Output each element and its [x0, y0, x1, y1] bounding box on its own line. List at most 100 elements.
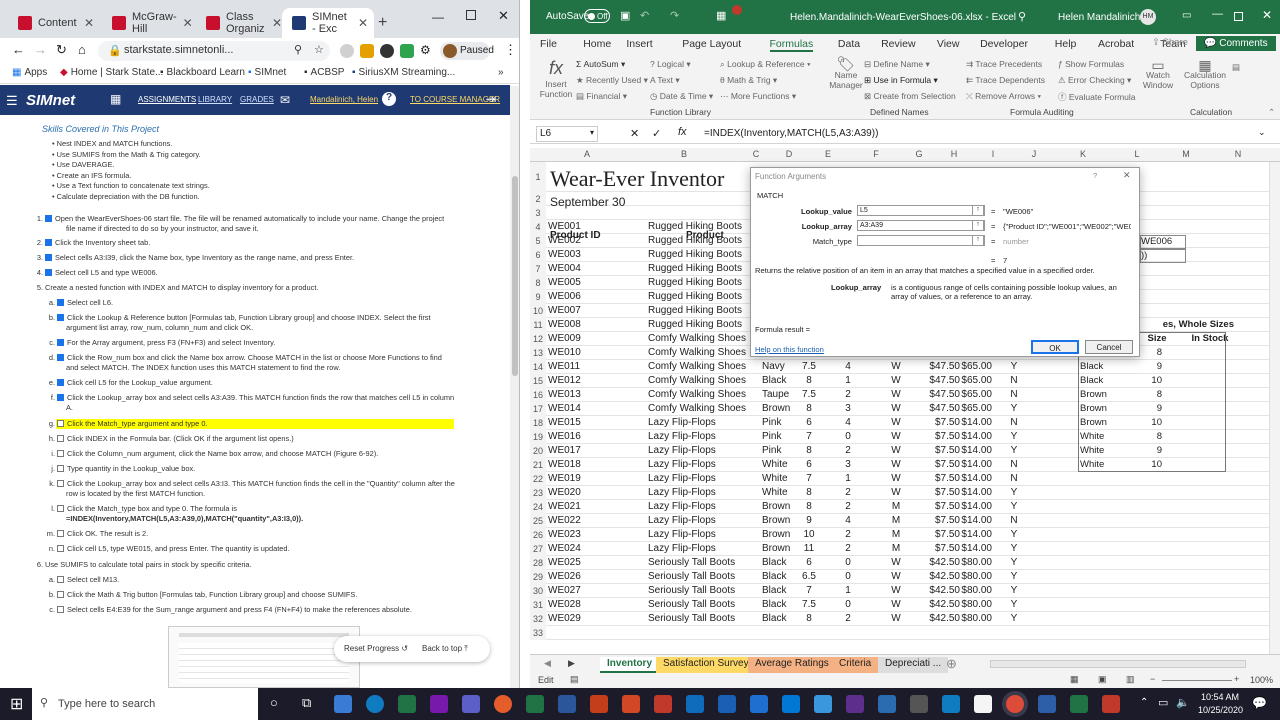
cell[interactable]: $65.00: [958, 403, 992, 414]
cell[interactable]: 0: [830, 557, 866, 568]
row-header[interactable]: 26: [530, 528, 546, 542]
lookup-array-input[interactable]: A3:A39: [857, 220, 985, 231]
app-icon[interactable]: [910, 695, 928, 713]
cell[interactable]: $14.00: [958, 459, 992, 470]
close-window-icon[interactable]: ✕: [498, 8, 509, 24]
nav-library[interactable]: LIBRARY: [198, 95, 232, 104]
step-checkbox[interactable]: [57, 450, 64, 457]
app-icon[interactable]: [878, 695, 896, 713]
maximize-icon[interactable]: [1234, 12, 1243, 21]
cell[interactable]: $42.50: [926, 599, 960, 610]
mail-icon[interactable]: [782, 695, 800, 713]
visual-studio-icon[interactable]: [846, 695, 864, 713]
cell[interactable]: 2: [830, 445, 866, 456]
row-header[interactable]: 30: [530, 584, 546, 598]
cell[interactable]: WE003: [548, 249, 628, 260]
ribbon-tab-review[interactable]: Review: [881, 38, 915, 50]
cell[interactable]: WE004: [548, 263, 628, 274]
cell[interactable]: 11: [794, 543, 824, 554]
lookup-reference-button[interactable]: ⌕ Lookup & Reference ▾: [720, 59, 811, 70]
user-link[interactable]: Mandalinich, Helen: [310, 95, 378, 104]
cell[interactable]: Y: [1004, 613, 1024, 624]
row-header[interactable]: 22: [530, 472, 546, 486]
reset-progress-button[interactable]: Reset Progress ↺: [344, 644, 408, 654]
name-manager-button[interactable]: 🏷 Name Manager: [826, 57, 866, 90]
tray-chevron-icon[interactable]: ⌃: [1140, 697, 1148, 708]
cell[interactable]: WE025: [548, 557, 628, 568]
bookmark-item[interactable]: ▪ SIMnet: [248, 67, 286, 78]
bookmarks-overflow-icon[interactable]: »: [498, 67, 504, 78]
row-header[interactable]: 33: [530, 626, 546, 640]
cell[interactable]: 10: [794, 529, 824, 540]
cell[interactable]: $14.00: [958, 487, 992, 498]
cell[interactable]: Comfy Walking Shoes: [648, 375, 760, 386]
row-header[interactable]: 25: [530, 514, 546, 528]
network-icon[interactable]: ▭: [1158, 696, 1168, 709]
cell[interactable]: 1: [830, 473, 866, 484]
cell[interactable]: Lazy Flip-Flops: [648, 529, 760, 540]
step-checkbox[interactable]: [45, 254, 52, 261]
chevron-down-icon[interactable]: ▾: [590, 128, 594, 137]
cell[interactable]: 4: [830, 417, 866, 428]
row-header[interactable]: 20: [530, 444, 546, 458]
ribbon-tab-developer[interactable]: Developer: [980, 38, 1028, 50]
cell[interactable]: WE022: [548, 515, 628, 526]
collapse-dialog-icon[interactable]: ↑: [972, 220, 984, 231]
collapse-dialog-icon[interactable]: ↑: [972, 205, 984, 216]
cell[interactable]: 1: [830, 375, 866, 386]
cell[interactable]: $7.50: [926, 445, 960, 456]
row-header[interactable]: 32: [530, 612, 546, 626]
page-layout-view-icon[interactable]: ▣: [1098, 674, 1107, 685]
cell[interactable]: 7: [794, 473, 824, 484]
cell[interactable]: Lazy Flip-Flops: [648, 459, 760, 470]
cell[interactable]: $7.50: [926, 459, 960, 470]
row-header[interactable]: 12: [530, 332, 546, 346]
clock-time[interactable]: 10:54 AM: [1198, 692, 1242, 702]
profile-paused-button[interactable]: Paused: [440, 42, 494, 60]
cell[interactable]: Y: [1004, 431, 1024, 442]
cell[interactable]: 3: [830, 403, 866, 414]
quick-access-icon[interactable]: ▦: [716, 9, 726, 22]
cell[interactable]: WE002: [548, 235, 628, 246]
record-icon[interactable]: [732, 5, 742, 15]
ribbon-tab-help[interactable]: Help: [1055, 38, 1077, 50]
bookmark-item[interactable]: ▪ ACBSP: [304, 67, 344, 78]
cell[interactable]: 2: [830, 389, 866, 400]
cell[interactable]: Seriously Tall Boots: [648, 557, 760, 568]
check-extension-icon[interactable]: [400, 44, 414, 58]
help-link[interactable]: Help on this function: [755, 345, 824, 354]
cell[interactable]: W: [876, 417, 916, 428]
close-icon[interactable]: ✕: [1262, 8, 1272, 22]
cell[interactable]: N: [1004, 515, 1024, 526]
app-icon[interactable]: [718, 695, 736, 713]
cell[interactable]: Rugged Hiking Boots: [648, 277, 760, 288]
back-to-top-button[interactable]: Back to top ⤒: [422, 644, 468, 654]
share-button[interactable]: ⇪ Share: [1152, 37, 1188, 48]
cell[interactable]: WE011: [548, 361, 628, 372]
minimize-icon[interactable]: —: [432, 10, 444, 24]
cell[interactable]: WE020: [548, 487, 628, 498]
cell[interactable]: $80.00: [958, 585, 992, 596]
page-break-view-icon[interactable]: ▥: [1126, 674, 1135, 685]
cell[interactable]: W: [876, 445, 916, 456]
horizontal-scrollbar[interactable]: [990, 660, 1246, 668]
volume-icon[interactable]: 🔈: [1176, 696, 1190, 709]
collapse-dialog-icon[interactable]: ↑: [972, 235, 984, 246]
outlook-icon[interactable]: [686, 695, 704, 713]
cell[interactable]: Rugged Hiking Boots: [648, 263, 760, 274]
cell[interactable]: N: [1004, 417, 1024, 428]
onenote-icon[interactable]: [430, 695, 448, 713]
url-field[interactable]: 🔒 starkstate.simnetonli... ⚲ ☆: [98, 41, 330, 61]
cell[interactable]: $7.50: [926, 431, 960, 442]
remove-arrows-button[interactable]: ⤫ Remove Arrows ▾: [966, 91, 1041, 102]
menu-kebab-icon[interactable]: ⋮: [504, 42, 517, 58]
cancel-icon[interactable]: ✕: [630, 127, 639, 140]
logout-icon[interactable]: ⇥: [486, 92, 496, 106]
row-header[interactable]: 19: [530, 430, 546, 444]
cell[interactable]: WE028: [548, 599, 628, 610]
cell[interactable]: W: [876, 487, 916, 498]
cell-l6[interactable]: )): [1140, 249, 1186, 263]
zoom-in-icon[interactable]: +: [1234, 674, 1239, 684]
redo-icon[interactable]: ↷: [670, 9, 679, 22]
scroll-tabs-right-icon[interactable]: ▶: [568, 658, 575, 669]
